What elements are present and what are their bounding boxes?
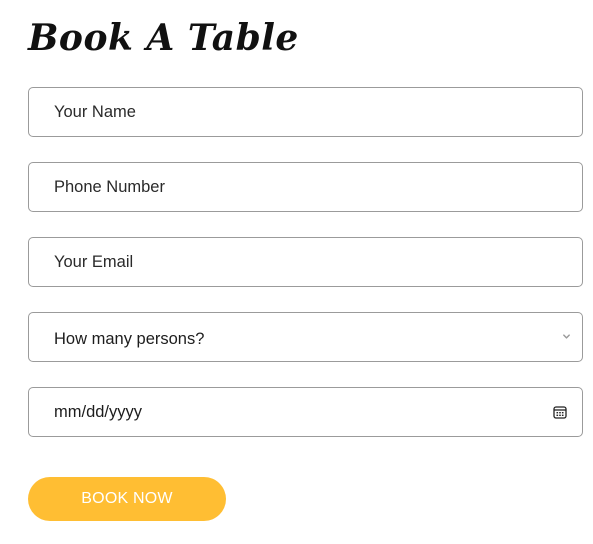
- date-field[interactable]: mm/dd/yyyy: [28, 387, 583, 437]
- email-placeholder: Your Email: [54, 253, 134, 271]
- phone-field[interactable]: Phone Number: [28, 162, 583, 212]
- email-field[interactable]: Your Email: [28, 237, 583, 287]
- chevron-down-icon: [563, 334, 570, 339]
- persons-selected-value: How many persons?: [54, 330, 205, 348]
- calendar-icon[interactable]: [553, 405, 567, 419]
- name-field[interactable]: Your Name: [28, 87, 583, 137]
- persons-select[interactable]: How many persons?: [28, 312, 583, 362]
- page-title: Book A Table: [28, 17, 299, 59]
- date-placeholder: mm/dd/yyyy: [54, 403, 143, 421]
- name-placeholder: Your Name: [54, 103, 136, 121]
- book-now-button[interactable]: BOOK NOW: [28, 477, 226, 521]
- phone-placeholder: Phone Number: [54, 178, 165, 196]
